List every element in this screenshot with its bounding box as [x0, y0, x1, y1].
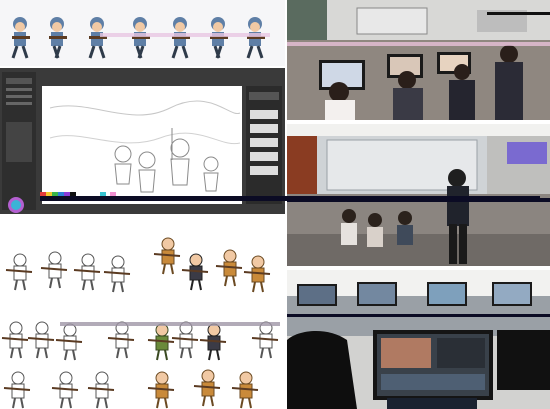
character-figure — [1, 321, 29, 359]
character-figure — [107, 321, 135, 359]
character-figure — [153, 237, 181, 275]
character-sketches-tile — [0, 218, 285, 409]
character-figure — [73, 253, 101, 291]
character-figure — [215, 249, 243, 287]
character-figure — [103, 255, 131, 293]
computer-lab-students-tile — [287, 0, 550, 120]
character-figure — [55, 323, 83, 361]
soldier-sprite — [246, 17, 265, 59]
character-figure — [3, 371, 31, 409]
computer-lab-students-photo — [287, 0, 550, 120]
character-figure — [243, 255, 271, 293]
cartoon-soldier-character-designs — [1, 237, 279, 409]
soldier-sprite — [88, 17, 107, 59]
character-figure — [193, 369, 221, 407]
soldier-sprite — [11, 17, 30, 59]
soldier-sprite — [171, 17, 190, 59]
character-figure — [181, 253, 209, 291]
soldier-sprite — [210, 17, 228, 59]
drawing-app-screen — [0, 68, 285, 214]
lab-video-editing-tile — [287, 270, 550, 409]
lab-video-editing-photo — [287, 270, 550, 409]
character-figure — [147, 371, 175, 409]
drawing-app-tile — [0, 68, 285, 214]
character-figure — [40, 251, 68, 289]
character-figure — [171, 321, 199, 359]
character-figure — [251, 321, 279, 359]
character-figure — [199, 323, 227, 361]
character-figure — [231, 371, 259, 409]
classroom-teacher-tile — [287, 124, 550, 266]
character-figure — [51, 371, 79, 409]
glitch-band — [40, 196, 540, 201]
character-figure — [27, 321, 55, 359]
character-figure — [87, 371, 115, 409]
character-figure — [147, 323, 175, 361]
character-figure — [5, 253, 33, 291]
sprite-sheet-tile — [0, 0, 285, 66]
classroom-teacher-photo — [287, 124, 550, 266]
soldier-sprite — [49, 17, 67, 59]
soldier-sprite — [132, 17, 150, 59]
